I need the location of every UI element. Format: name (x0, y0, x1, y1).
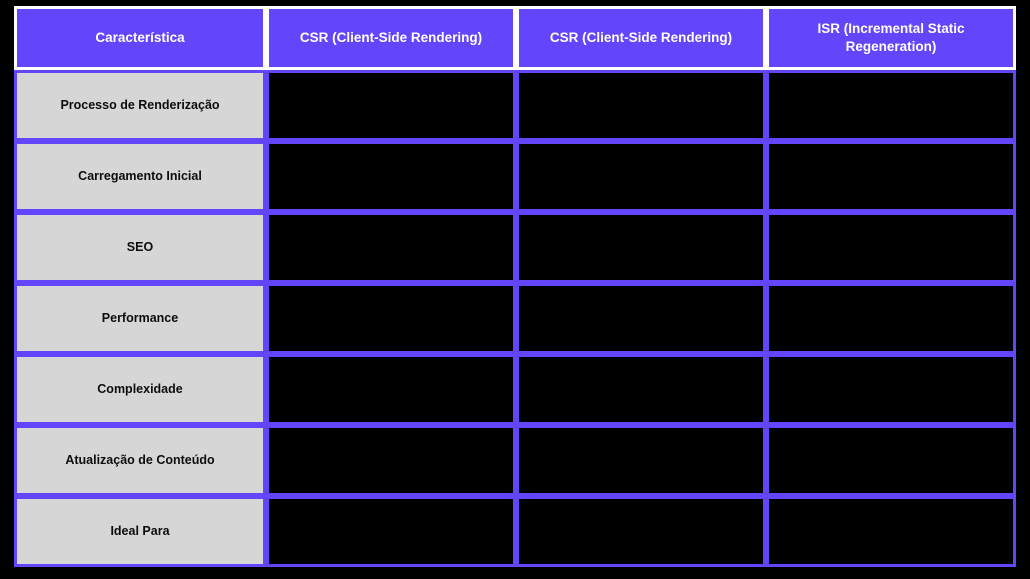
value-cell (266, 425, 516, 496)
table-row: Performance (14, 283, 1016, 354)
table-row: Carregamento Inicial (14, 141, 1016, 212)
value-cell (516, 212, 766, 283)
value-cell (516, 496, 766, 567)
value-cell (266, 70, 516, 141)
value-cell (516, 141, 766, 212)
table-row: Ideal Para (14, 496, 1016, 567)
feature-label: Ideal Para (14, 496, 266, 567)
table-body: Processo de Renderização Carregamento In… (14, 70, 1016, 567)
value-cell (766, 496, 1016, 567)
value-cell (766, 212, 1016, 283)
table-row: SEO (14, 212, 1016, 283)
value-cell (766, 425, 1016, 496)
value-cell (266, 283, 516, 354)
table-row: Atualização de Conteúdo (14, 425, 1016, 496)
column-header-isr: ISR (Incremental Static Regeneration) (766, 6, 1016, 70)
column-header-csr-1: CSR (Client-Side Rendering) (266, 6, 516, 70)
value-cell (516, 70, 766, 141)
header-row: Característica CSR (Client-Side Renderin… (14, 6, 1016, 70)
feature-label: Processo de Renderização (14, 70, 266, 141)
feature-label: Performance (14, 283, 266, 354)
value-cell (266, 354, 516, 425)
feature-label: Carregamento Inicial (14, 141, 266, 212)
value-cell (266, 141, 516, 212)
value-cell (766, 283, 1016, 354)
column-header-feature: Característica (14, 6, 266, 70)
value-cell (516, 283, 766, 354)
value-cell (516, 425, 766, 496)
value-cell (766, 70, 1016, 141)
feature-label: Atualização de Conteúdo (14, 425, 266, 496)
value-cell (266, 212, 516, 283)
table-row: Complexidade (14, 354, 1016, 425)
table-row: Processo de Renderização (14, 70, 1016, 141)
value-cell (266, 496, 516, 567)
value-cell (766, 354, 1016, 425)
comparison-table: Característica CSR (Client-Side Renderin… (14, 6, 1016, 567)
value-cell (516, 354, 766, 425)
column-header-csr-2: CSR (Client-Side Rendering) (516, 6, 766, 70)
value-cell (766, 141, 1016, 212)
table-header: Característica CSR (Client-Side Renderin… (14, 6, 1016, 70)
comparison-table-container: Característica CSR (Client-Side Renderin… (14, 6, 1016, 567)
feature-label: Complexidade (14, 354, 266, 425)
feature-label: SEO (14, 212, 266, 283)
